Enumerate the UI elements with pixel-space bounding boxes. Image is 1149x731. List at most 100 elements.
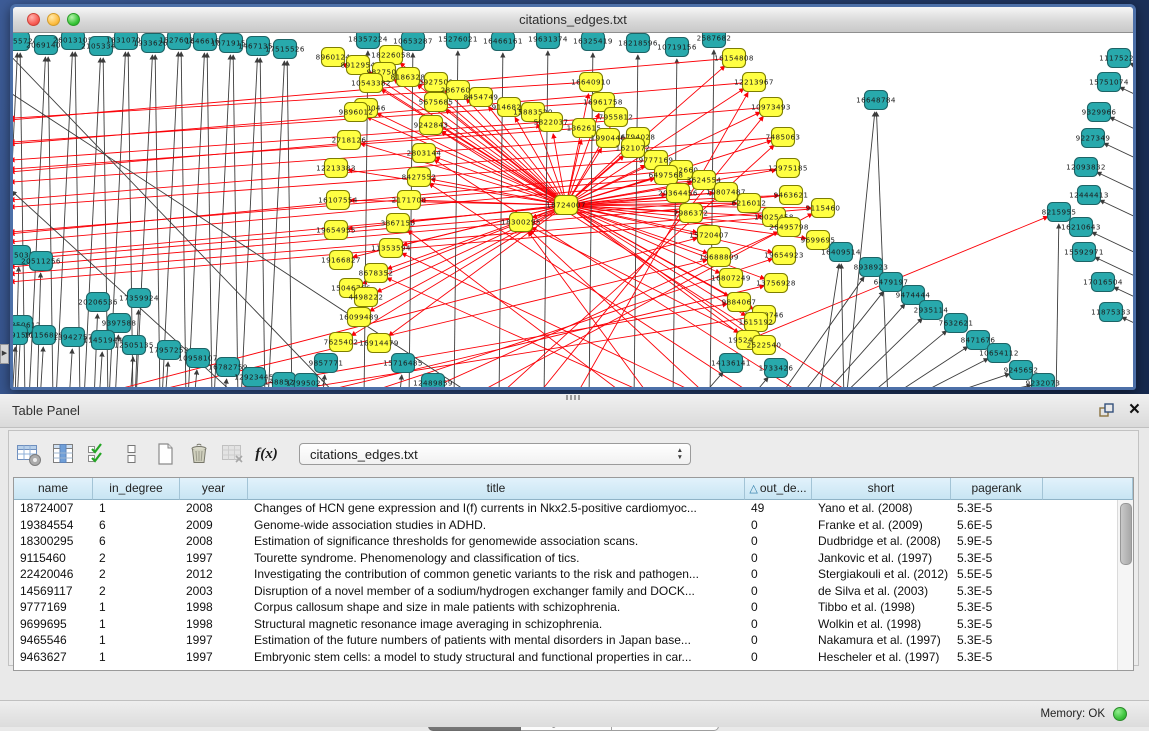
graph-node[interactable]: 3867150 [381, 214, 416, 233]
select-all-icon[interactable] [83, 440, 110, 468]
new-column-icon[interactable] [151, 440, 178, 468]
graph-node[interactable]: 9857771 [309, 354, 344, 373]
function-builder-icon[interactable]: f(x) [253, 440, 280, 468]
column-header-in_degree[interactable]: in_degree [93, 478, 180, 500]
float-panel-icon[interactable] [1098, 402, 1115, 419]
splitter-collapse-arrow-icon[interactable]: ▶ [0, 344, 9, 364]
svg-text:10958107: 10958107 [178, 354, 218, 363]
svg-text:14136141: 14136141 [711, 359, 751, 368]
graph-node[interactable]: 20206536 [78, 293, 118, 312]
graph-node[interactable]: 7485063 [766, 128, 801, 147]
column-header-name[interactable]: name [14, 478, 93, 500]
graph-node[interactable]: 2171700 [392, 191, 427, 210]
graph-node[interactable]: 19166827 [321, 251, 361, 270]
graph-node[interactable]: 9227349 [1076, 129, 1111, 148]
close-panel-icon[interactable]: × [1129, 398, 1140, 422]
column-header-title[interactable]: title [248, 478, 745, 500]
network-canvas[interactable]: 2405572420691406260131052105334618310704… [13, 33, 1133, 387]
split-divider-grip[interactable] [566, 395, 580, 400]
column-header-short[interactable]: short [812, 478, 951, 500]
graph-node[interactable]: 19654923 [764, 246, 804, 265]
graph-node[interactable]: 9463621 [774, 186, 809, 205]
graph-node[interactable]: 2587682 [697, 33, 732, 48]
column-header-year[interactable]: year [180, 478, 248, 500]
scrollbar-thumb[interactable] [1120, 503, 1132, 565]
table-cell: 0 [745, 632, 812, 649]
table-cell: 1997 [180, 649, 248, 666]
svg-text:15751074: 15751074 [1089, 78, 1129, 87]
network-window[interactable]: citations_edges.txt 24055724206914062601… [10, 4, 1136, 390]
graph-node[interactable]: 9329966 [1082, 103, 1117, 122]
table-row[interactable]: 969969511998Structural magnetic resonanc… [14, 616, 1133, 633]
svg-text:18300295: 18300295 [501, 218, 541, 227]
delete-columns-icon[interactable] [185, 440, 212, 468]
vertical-scrollbar[interactable] [1117, 500, 1133, 670]
table-cell: Embryonic stem cells: a model to study s… [248, 649, 745, 666]
svg-text:9232073: 9232073 [1026, 379, 1061, 388]
table-cell: Structural magnetic resonance image aver… [248, 616, 745, 633]
svg-text:9245652: 9245652 [1004, 366, 1039, 375]
graph-node[interactable]: 12213967 [734, 73, 774, 92]
svg-text:12444413: 12444413 [1069, 191, 1109, 200]
table-selector[interactable]: citations_edges.txt ▲▼ [299, 443, 691, 465]
graph-node[interactable]: 10719156 [657, 38, 697, 57]
graph-node[interactable]: 19631374 [528, 33, 568, 49]
table-cell: 1997 [180, 632, 248, 649]
graph-node[interactable]: 16466161 [483, 33, 523, 51]
graph-node[interactable]: 17359924 [119, 289, 159, 308]
svg-text:10653287: 10653287 [393, 37, 433, 46]
svg-text:12489859: 12489859 [413, 379, 453, 388]
graph-node[interactable]: 12975185 [768, 159, 808, 178]
node-table[interactable]: namein_degreeyeartitle△out_de...shortpag… [13, 477, 1134, 671]
graph-node[interactable]: 16325419 [573, 33, 613, 51]
citation-network-graph[interactable]: 2405572420691406260131052105334618310704… [13, 33, 1133, 387]
graph-node[interactable]: 16648784 [856, 91, 896, 110]
deselect-all-icon[interactable] [117, 440, 144, 468]
graph-node[interactable]: 13756928 [756, 274, 796, 293]
network-window-titlebar[interactable]: citations_edges.txt [13, 7, 1133, 33]
graph-node[interactable]: 7632621 [939, 314, 974, 333]
table-row[interactable]: 946554611997Estimation of the future num… [14, 632, 1133, 649]
maximize-window-button[interactable] [67, 13, 80, 26]
graph-node[interactable]: 16099489 [339, 308, 379, 327]
graph-node[interactable]: 7625402 [324, 333, 359, 352]
svg-text:7632621: 7632621 [939, 319, 974, 328]
svg-text:9227349: 9227349 [1076, 134, 1111, 143]
column-header-out_de[interactable]: △out_de... [745, 478, 812, 500]
minimize-window-button[interactable] [47, 13, 60, 26]
graph-node[interactable]: 19654955 [316, 221, 356, 240]
svg-text:18226058: 18226058 [371, 51, 411, 60]
column-header-pagerank[interactable]: pagerank [951, 478, 1043, 500]
svg-text:6216012: 6216012 [732, 199, 767, 208]
graph-node[interactable]: 14136141 [711, 354, 751, 373]
graph-node[interactable]: 15716485 [383, 354, 423, 373]
table-cell: 5.3E-5 [951, 583, 1043, 600]
graph-node[interactable]: 16640910 [571, 73, 611, 92]
table-row[interactable]: 1872400712008Changes of HCN gene express… [14, 500, 1133, 517]
graph-node[interactable]: 18218596 [618, 34, 658, 53]
graph-node[interactable]: 9242843 [414, 116, 449, 135]
table-row[interactable]: 946362711997Embryonic stem cells: a mode… [14, 649, 1133, 666]
column-visibility-icon[interactable] [49, 440, 76, 468]
graph-node[interactable]: 16154808 [714, 49, 754, 68]
close-window-button[interactable] [27, 13, 40, 26]
table-cell: 0 [745, 649, 812, 666]
graph-node[interactable]: 2718126 [332, 131, 367, 150]
table-settings-icon[interactable] [15, 440, 42, 468]
graph-node[interactable]: 10688809 [699, 248, 739, 267]
table-row[interactable]: 1456911722003Disruption of a novel membe… [14, 583, 1133, 600]
svg-text:18357224: 18357224 [348, 35, 388, 44]
graph-node[interactable]: 15276021 [438, 33, 478, 49]
graph-node[interactable]: 16107554 [318, 191, 358, 210]
table-row[interactable]: 1830029562008Estimation of significance … [14, 533, 1133, 550]
table-row[interactable]: 2242004622012Investigating the contribut… [14, 566, 1133, 583]
graph-node[interactable]: 1733426 [759, 359, 794, 378]
svg-text:5675685: 5675685 [419, 98, 454, 107]
table-row[interactable]: 911546021997Tourette syndrome. Phenomeno… [14, 550, 1133, 567]
table-row[interactable]: 977716911998Corpus callosum shape and si… [14, 599, 1133, 616]
memory-status-indicator[interactable] [1113, 707, 1127, 721]
graph-node[interactable]: 8678352 [359, 264, 394, 283]
table-row[interactable]: 1938455462009Genome-wide association stu… [14, 517, 1133, 534]
graph-node[interactable]: 11175227 [1099, 49, 1133, 68]
graph-node[interactable]: 15720407 [689, 226, 729, 245]
